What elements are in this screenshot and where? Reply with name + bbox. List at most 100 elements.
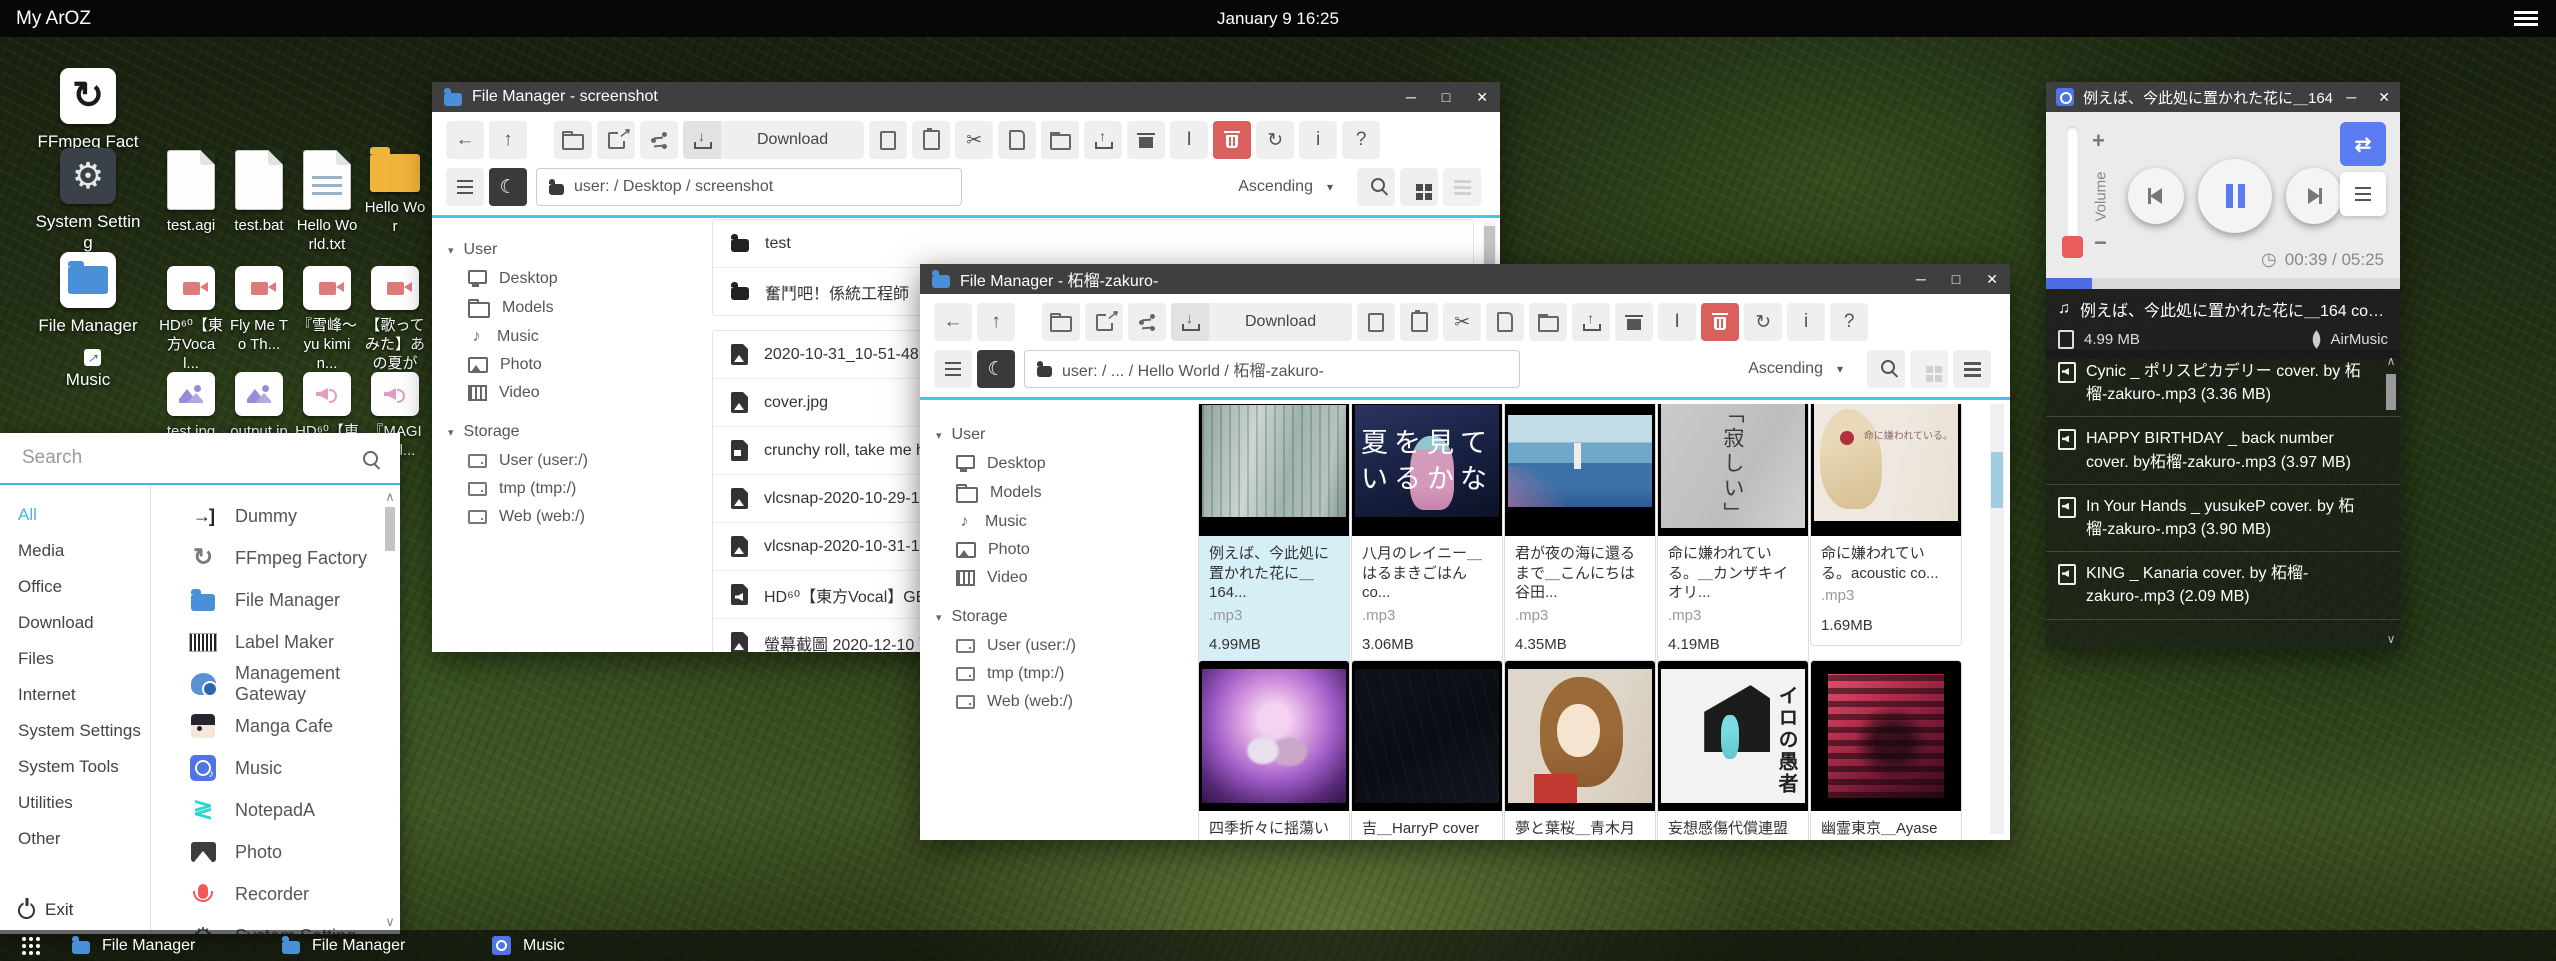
category-media[interactable]: Media (0, 533, 150, 569)
pause-button[interactable] (2198, 159, 2272, 233)
grid-card[interactable]: 吉＿HarryP cover (1351, 660, 1503, 840)
sidebar-group-user[interactable]: ▾ User (920, 420, 1190, 450)
scroll-down-arrow[interactable]: ∨ (2384, 632, 2398, 646)
minimize-button[interactable]: ─ (2346, 89, 2356, 106)
playlist-item[interactable]: In Your Hands _ yusukeP cover. by 柘榴-zak… (2046, 485, 2400, 552)
new-file-button[interactable] (1486, 303, 1524, 341)
archive-button[interactable] (1615, 303, 1653, 341)
grid-card[interactable]: 四季折々に揺蕩い (1198, 660, 1350, 840)
volume-down[interactable]: − (2094, 230, 2107, 256)
desktop-icon-system-setting[interactable]: ⚙ System Setting (20, 148, 156, 254)
category-internet[interactable]: Internet (0, 677, 150, 713)
sidebar-group-storage[interactable]: ▾ Storage (920, 602, 1190, 632)
back-button[interactable]: ← (934, 303, 972, 341)
app-item-manga-cafe[interactable]: Manga Cafe (151, 705, 400, 747)
open-new-window-button[interactable] (597, 121, 635, 159)
app-item-label-maker[interactable]: Label Maker (151, 621, 400, 663)
side-menu-button[interactable] (446, 168, 484, 206)
help-button[interactable]: ? (1830, 303, 1868, 341)
desktop-file-video-3[interactable]: 『雪峰～yu kimin... (294, 266, 360, 373)
desktop-file-video-2[interactable]: Fly Me To Th... (226, 266, 292, 355)
new-folder-button[interactable] (1529, 303, 1567, 341)
app-item-dummy[interactable]: →]Dummy (151, 495, 400, 537)
cut-button[interactable]: ✂ (1443, 303, 1481, 341)
app-item-notepada[interactable]: ≷NotepadA (151, 789, 400, 831)
category-other[interactable]: Other (0, 821, 150, 857)
menu-icon[interactable] (2514, 11, 2538, 14)
grid-card[interactable]: 君が夜の海に還るまで＿こんにちは谷田... .mp3 4.35MB (1504, 404, 1656, 666)
search-button[interactable] (1867, 350, 1905, 388)
download-button[interactable]: Download (683, 121, 864, 159)
sidebar-item-desktop[interactable]: Desktop (432, 265, 700, 293)
info-button[interactable]: i (1787, 303, 1825, 341)
sidebar-item-desktop[interactable]: Desktop (920, 450, 1190, 478)
category-download[interactable]: Download (0, 605, 150, 641)
refresh-button[interactable]: ↻ (1256, 121, 1294, 159)
app-item-photo[interactable]: Photo (151, 831, 400, 873)
grid-card-selected[interactable]: 例えば、今此処に置かれた花に＿164... .mp3 4.99MB (1198, 404, 1350, 666)
sidebar-item-models[interactable]: Models (920, 478, 1190, 508)
desktop-file-test-bat[interactable]: test.bat (226, 150, 292, 236)
back-button[interactable]: ← (446, 121, 484, 159)
maximize-button[interactable]: □ (1952, 271, 1960, 288)
volume-up[interactable]: + (2092, 128, 2105, 154)
breadcrumb[interactable]: user: / ... / Hello World / 柘榴-zakuro- (1024, 350, 1520, 388)
help-button[interactable]: ? (1342, 121, 1380, 159)
desktop-folder-hello-wor[interactable]: Hello Wor (362, 154, 428, 237)
progress-bar[interactable] (2046, 278, 2400, 289)
file-row[interactable]: test (713, 220, 1473, 268)
airmusic-badge[interactable]: AirMusic (2310, 331, 2388, 348)
volume-handle[interactable] (2062, 236, 2083, 258)
volume-slider[interactable] (2066, 126, 2079, 258)
open-button[interactable] (554, 121, 592, 159)
search-button[interactable] (1357, 168, 1395, 206)
desktop-file-hello-world-txt[interactable]: Hello World.txt (294, 150, 360, 255)
list-view-button[interactable] (1443, 168, 1481, 206)
grid-card[interactable]: 夢と葉桜＿青木月 (1504, 660, 1656, 840)
titlebar[interactable]: 例えば、今此処に置かれた花に＿164 c⋯ ─ ✕ (2046, 82, 2400, 112)
close-button[interactable]: ✕ (1986, 271, 1998, 288)
close-button[interactable]: ✕ (2378, 89, 2390, 106)
open-button[interactable] (1042, 303, 1080, 341)
app-list-scrollbar[interactable]: ∧ ∨ (382, 485, 398, 934)
grid-view-button[interactable] (1910, 350, 1948, 388)
download-button[interactable]: Download (1171, 303, 1352, 341)
exit-button[interactable]: Exit (18, 900, 73, 920)
desktop-file-video-1[interactable]: HD⁶⁰【東方Vocal... (158, 266, 224, 373)
category-office[interactable]: Office (0, 569, 150, 605)
repeat-button[interactable]: ⇄ (2340, 122, 2386, 166)
sidebar-item-user-drive[interactable]: User (user:/) (432, 447, 700, 475)
upload-button[interactable] (1084, 121, 1122, 159)
paste-button[interactable] (1400, 303, 1438, 341)
cut-button[interactable]: ✂ (955, 121, 993, 159)
sidebar-item-music[interactable]: ♪Music (920, 508, 1190, 536)
taskbar-item-file-manager-1[interactable]: File Manager (72, 937, 222, 955)
playlist-menu-button[interactable] (2340, 172, 2386, 216)
scroll-up-arrow[interactable]: ∧ (2384, 354, 2398, 368)
category-files[interactable]: Files (0, 641, 150, 677)
scrollbar-thumb[interactable] (1991, 452, 2003, 508)
playlist-item[interactable]: KING _ Kanaria cover. by 柘榴-zakuro-.mp3 … (2046, 552, 2400, 619)
copy-button[interactable] (869, 121, 907, 159)
share-button[interactable] (1128, 303, 1166, 341)
copy-button[interactable] (1357, 303, 1395, 341)
playlist-scrollbar[interactable]: ∧ ∨ (2384, 354, 2398, 646)
delete-button[interactable] (1213, 121, 1251, 159)
category-all[interactable]: All (0, 497, 150, 533)
playlist-item[interactable]: Cynic _ ポリスピカデリー cover. by 柘榴-zakuro-.mp… (2046, 350, 2400, 417)
search-input[interactable] (20, 446, 344, 470)
dark-mode-button[interactable]: ☾ (489, 168, 527, 206)
taskbar-item-file-manager-2[interactable]: File Manager (282, 937, 432, 955)
delete-button[interactable] (1701, 303, 1739, 341)
app-item-file-manager[interactable]: File Manager (151, 579, 400, 621)
search-icon[interactable] (363, 451, 378, 466)
refresh-button[interactable]: ↻ (1744, 303, 1782, 341)
titlebar[interactable]: File Manager - screenshot ─ □ ✕ (432, 82, 1500, 112)
open-new-window-button[interactable] (1085, 303, 1123, 341)
category-system-settings[interactable]: System Settings (0, 713, 150, 749)
sidebar-item-photo[interactable]: Photo (432, 351, 700, 379)
app-item-ffmpeg-factory[interactable]: ↻FFmpeg Factory (151, 537, 400, 579)
list-view-button[interactable] (1953, 350, 1991, 388)
desktop-file-test-jpg[interactable]: test.jpg (158, 372, 224, 442)
sidebar-item-video[interactable]: Video (432, 379, 700, 407)
